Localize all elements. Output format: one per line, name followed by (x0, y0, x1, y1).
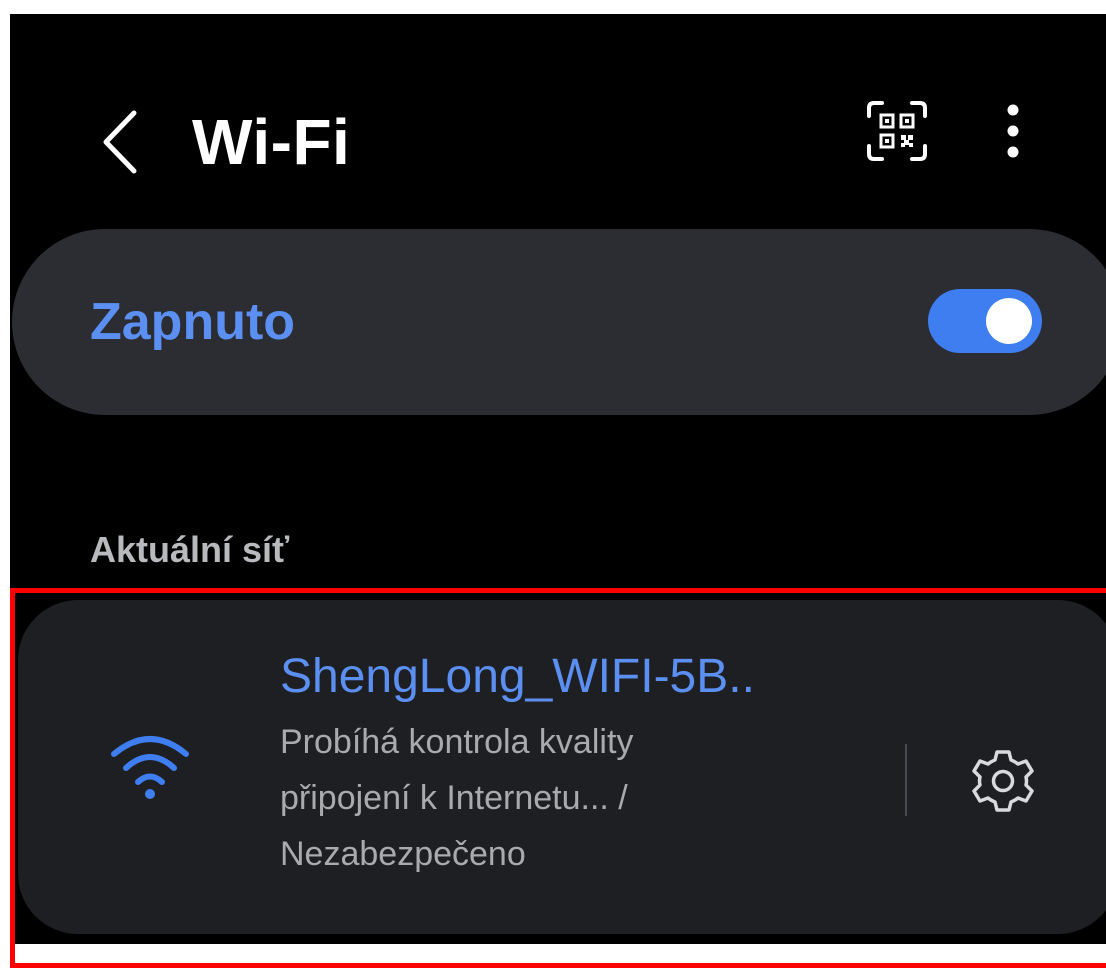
chevron-left-icon (103, 110, 137, 174)
qr-code-scan-icon (867, 101, 927, 161)
network-ssid: ShengLong_WIFI-5B.. (280, 650, 755, 703)
qr-scan-button[interactable] (860, 94, 934, 168)
wifi-settings-screen: Wi-Fi Zapnuto Aktuální síť ShengLong_WIF… (10, 14, 1106, 944)
wifi-signal-icon (111, 736, 189, 799)
back-button[interactable] (88, 102, 152, 182)
wifi-master-toggle-row[interactable]: Zapnuto (12, 229, 1106, 415)
network-status-line: Probíhá kontrola kvality (280, 723, 634, 761)
gear-icon (972, 750, 1034, 812)
wifi-status-label: Zapnuto (90, 293, 296, 351)
page-title: Wi-Fi (192, 106, 351, 178)
network-status: Probíhá kontrola kvality připojení k Int… (280, 714, 840, 882)
current-network-item[interactable]: ShengLong_WIFI-5B.. Probíhá kontrola kva… (18, 600, 898, 934)
network-settings-button[interactable] (958, 736, 1048, 826)
more-options-button[interactable] (986, 94, 1040, 168)
network-security-label: Nezabezpečeno (280, 835, 526, 873)
toggle-knob (986, 298, 1032, 344)
network-status-line: připojení k Internetu... / (280, 779, 628, 817)
wifi-toggle-switch[interactable] (928, 289, 1042, 353)
more-vertical-icon (1007, 104, 1019, 158)
vertical-divider (905, 744, 907, 816)
current-network-heading: Aktuální síť (90, 529, 290, 570)
current-network-card: ShengLong_WIFI-5B.. Probíhá kontrola kva… (18, 600, 1106, 934)
